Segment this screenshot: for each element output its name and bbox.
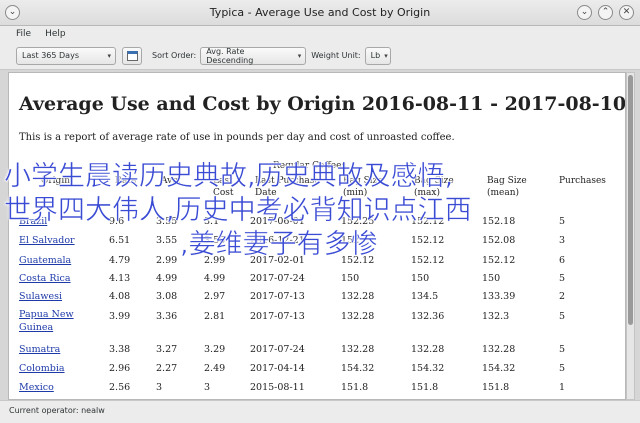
table-cell-mean: 150 <box>482 273 501 284</box>
table-cell-purchases: 5 <box>559 311 566 322</box>
table-cell-mean: 132.3 <box>482 311 510 322</box>
table-cell-purchases: 1 <box>559 382 566 393</box>
origin-link[interactable]: Sumatra <box>19 344 60 355</box>
menu-file[interactable]: File <box>16 26 31 42</box>
table-cell-purchases: 5 <box>559 273 566 284</box>
weight-unit-value: Lb <box>370 51 381 60</box>
report-description: This is a report of average rate of use … <box>19 132 455 143</box>
table-cell-rate: 4.08 <box>109 291 131 302</box>
table-cell-rate: 3.38 <box>109 344 131 355</box>
table-cell-mean: 133.39 <box>482 291 516 302</box>
sort-order-select[interactable]: Avg. Rate Descending ▾ <box>200 46 307 65</box>
overlay-text: 小学生晨读历史典故,历史典故及感悟, 世界四大伟人,历史中考必背知识点江西 ,姜… <box>0 160 640 262</box>
menu-help[interactable]: Help <box>45 26 66 42</box>
chevron-down-icon: ▾ <box>384 51 388 60</box>
table-cell-date: 2017-07-24 <box>250 344 305 355</box>
table-cell-mean: 151.8 <box>482 382 510 393</box>
overlay-line-2: 世界四大伟人,历史中考必背知识点江西 <box>4 195 472 227</box>
title-bar: ⌄ Typica - Average Use and Cost by Origi… <box>0 0 640 26</box>
date-range-value: Last 365 Days <box>22 51 79 60</box>
origin-link[interactable]: Costa Rica <box>19 273 71 284</box>
sort-order-value: Avg. Rate Descending <box>206 46 254 65</box>
table-cell-max: 150 <box>411 273 430 284</box>
table-cell-last: 3.29 <box>204 344 226 355</box>
table-cell-purchases: 5 <box>559 344 566 355</box>
origin-link[interactable]: Papua New Guinea <box>19 308 89 334</box>
table-cell-rate: 2.56 <box>109 382 131 393</box>
table-cell-last: 2.49 <box>204 363 226 374</box>
table-cell-mean: 132.28 <box>482 344 516 355</box>
status-bar: Current operator: nealw <box>0 400 640 423</box>
origin-link[interactable]: Colombia <box>19 363 65 374</box>
table-cell-max: 154.32 <box>411 363 445 374</box>
table-cell-avg: 3.27 <box>156 344 178 355</box>
table-cell-last: 4.99 <box>204 273 226 284</box>
sort-order-label: Sort Order: <box>152 51 197 60</box>
table-cell-max: 151.8 <box>411 382 439 393</box>
table-cell-purchases: 2 <box>559 291 566 302</box>
table-cell-min: 132.28 <box>341 344 375 355</box>
table-cell-max: 132.28 <box>411 344 445 355</box>
table-cell-max: 134.5 <box>411 291 439 302</box>
table-cell-date: 2017-07-24 <box>250 273 305 284</box>
minimize-button[interactable]: ⌄ <box>577 5 592 20</box>
table-cell-last: 2.81 <box>204 311 226 322</box>
table-cell-date: 2017-07-13 <box>250 291 305 302</box>
weight-unit-label: Weight Unit: <box>311 51 361 60</box>
table-cell-min: 132.28 <box>341 311 375 322</box>
table-cell-rate: 3.99 <box>109 311 131 322</box>
origin-link[interactable]: Mexico <box>19 382 54 393</box>
close-button[interactable]: ✕ <box>619 5 634 20</box>
table-cell-min: 154.32 <box>341 363 375 374</box>
toolbar: Last 365 Days ▾ Sort Order: Avg. Rate De… <box>0 42 640 70</box>
table-cell-date: 2017-07-13 <box>250 311 305 322</box>
overlay-line-1: 小学生晨读历史典故,历史典故及感悟, <box>4 161 454 193</box>
menu-bar: File Help <box>0 26 640 42</box>
table-cell-avg: 4.99 <box>156 273 178 284</box>
table-cell-rate: 4.13 <box>109 273 131 284</box>
table-cell-last: 2.97 <box>204 291 226 302</box>
table-cell-avg: 3.08 <box>156 291 178 302</box>
table-cell-date: 2017-04-14 <box>250 363 305 374</box>
calendar-icon <box>126 50 138 61</box>
table-cell-min: 132.28 <box>341 291 375 302</box>
table-cell-min: 151.8 <box>341 382 369 393</box>
table-cell-mean: 154.32 <box>482 363 516 374</box>
maximize-button[interactable]: ⌃ <box>598 5 613 20</box>
table-cell-avg: 2.27 <box>156 363 178 374</box>
weight-unit-select[interactable]: Lb ▾ <box>364 46 391 65</box>
date-range-select[interactable]: Last 365 Days ▾ <box>16 46 116 65</box>
table-cell-date: 2015-08-11 <box>250 382 305 393</box>
table-cell-max: 132.36 <box>411 311 445 322</box>
origin-link[interactable]: Sulawesi <box>19 291 62 302</box>
table-cell-last: 3 <box>204 382 211 393</box>
report-title: Average Use and Cost by Origin 2016-08-1… <box>19 93 626 115</box>
overlay-line-3: ,姜维妻子有多惨 <box>180 229 378 261</box>
table-cell-avg: 3 <box>156 382 163 393</box>
table-cell-rate: 2.96 <box>109 363 131 374</box>
table-cell-min: 150 <box>341 273 360 284</box>
chevron-down-icon: ▾ <box>107 51 111 60</box>
table-cell-purchases: 5 <box>559 363 566 374</box>
window-title: Typica - Average Use and Cost by Origin <box>209 6 431 19</box>
status-text: Current operator: nealw <box>9 406 105 415</box>
chevron-down-icon: ▾ <box>297 51 302 60</box>
calendar-button[interactable] <box>122 46 142 65</box>
table-cell-avg: 3.36 <box>156 311 178 322</box>
